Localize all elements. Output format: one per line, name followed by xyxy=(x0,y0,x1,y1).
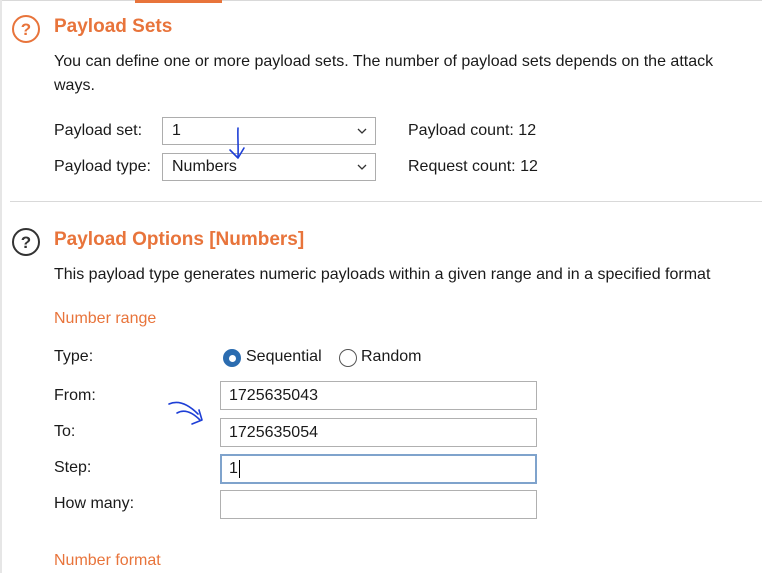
chevron-down-icon xyxy=(357,164,367,170)
how-many-label: How many: xyxy=(54,495,135,512)
radio-random-label[interactable]: Random xyxy=(361,348,421,366)
from-label: From: xyxy=(54,387,96,404)
to-value: 1725635054 xyxy=(229,423,318,441)
number-format-heading: Number format xyxy=(54,552,161,569)
payload-set-select[interactable]: 1 xyxy=(162,117,376,145)
left-rule xyxy=(0,0,2,573)
payload-options-description: This payload type generates numeric payl… xyxy=(54,266,711,283)
section-divider xyxy=(10,201,762,202)
payload-set-label: Payload set: xyxy=(54,122,143,139)
to-label: To: xyxy=(54,423,76,440)
handwritten-arrow-down xyxy=(229,127,245,159)
payload-set-value: 1 xyxy=(172,122,181,139)
payload-type-label: Payload type: xyxy=(54,158,151,175)
help-icon[interactable]: ? xyxy=(12,15,40,43)
tab-bar-border xyxy=(0,0,762,1)
radio-sequential-label[interactable]: Sequential xyxy=(246,348,322,366)
how-many-field[interactable] xyxy=(220,490,537,519)
to-field[interactable]: 1725635054 xyxy=(220,418,537,447)
handwritten-arrow-right xyxy=(168,401,203,425)
payload-sets-description: You can define one or more payload sets.… xyxy=(54,53,714,70)
step-field[interactable]: 1 xyxy=(220,454,537,484)
help-icon[interactable]: ? xyxy=(12,228,40,256)
payload-sets-title: Payload Sets xyxy=(54,16,173,37)
radio-random-indicator[interactable] xyxy=(339,349,357,367)
number-range-heading: Number range xyxy=(54,310,157,327)
from-value: 1725635043 xyxy=(229,386,318,404)
radio-sequential-indicator[interactable] xyxy=(223,349,241,367)
text-caret xyxy=(238,460,241,478)
payload-sets-description-cont: ways. xyxy=(54,77,95,94)
chevron-down-icon xyxy=(357,128,367,134)
step-value: 1 xyxy=(229,460,238,477)
payload-type-select[interactable]: Numbers xyxy=(162,153,376,181)
step-label: Step: xyxy=(54,459,92,476)
type-label: Type: xyxy=(54,348,94,365)
request-count: Request count: 12 xyxy=(408,158,538,175)
from-field[interactable]: 1725635043 xyxy=(220,381,537,410)
payload-count: Payload count: 12 xyxy=(408,122,537,139)
active-tab-indicator xyxy=(135,0,222,3)
payload-options-title: Payload Options [Numbers] xyxy=(54,229,305,250)
